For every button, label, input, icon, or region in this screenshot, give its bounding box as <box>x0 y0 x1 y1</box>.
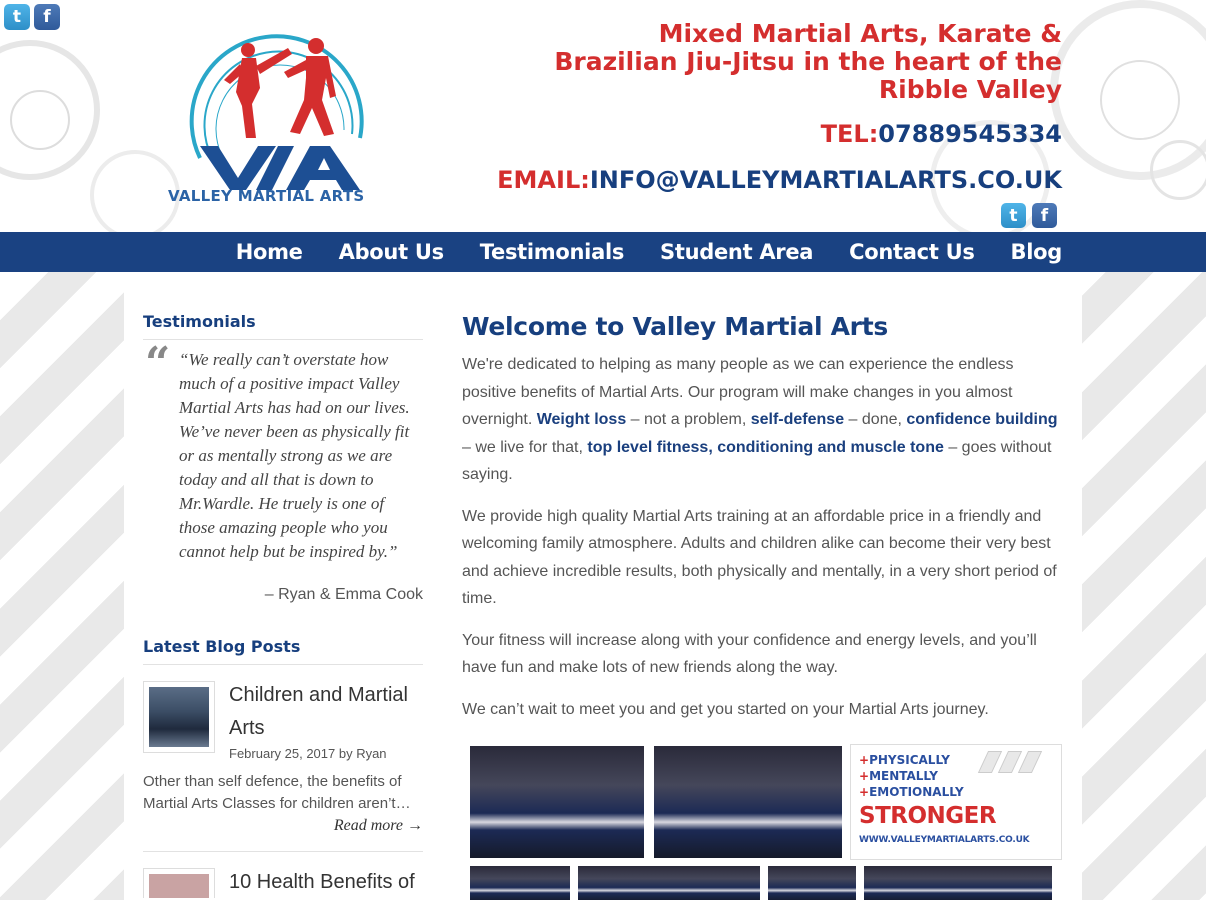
facebook-icon[interactable]: f <box>1032 203 1057 228</box>
promo-banner[interactable]: +PHYSICALLY +MENTALLY +EMOTIONALLY STRON… <box>850 744 1062 860</box>
site-logo[interactable] <box>160 8 410 208</box>
post-meta: February 25, 2017 by Ryan <box>229 746 387 761</box>
fitness-paragraph: Your fitness will increase along with yo… <box>462 631 1037 677</box>
post-title[interactable]: 10 Health Benefits of <box>229 866 423 899</box>
main-navigation: Home About Us Testimonials Student Area … <box>0 232 1206 272</box>
twitter-icon[interactable]: t <box>4 4 30 30</box>
promo-line-physically: +PHYSICALLY <box>859 753 950 767</box>
contact-email[interactable]: EMAIL:INFO@VALLEYMARTIALARTS.CO.UK <box>497 166 1062 194</box>
nav-item-testimonials[interactable]: Testimonials <box>480 240 625 264</box>
testimonial-text: “We really can’t overstate how much of a… <box>179 350 410 561</box>
text-run: – done, <box>844 411 907 428</box>
link-confidence-building[interactable]: confidence building <box>906 411 1057 428</box>
link-fitness[interactable]: top level fitness, conditioning and musc… <box>587 439 943 456</box>
email-value[interactable]: INFO@VALLEYMARTIALARTS.CO.UK <box>590 166 1062 194</box>
nav-item-student-area[interactable]: Student Area <box>660 240 813 264</box>
promo-text: EMOTIONALLY <box>869 785 964 799</box>
plus-icon: + <box>859 753 870 767</box>
plus-icon: + <box>859 769 870 783</box>
post-thumbnail[interactable] <box>143 681 215 753</box>
nav-item-about-us[interactable]: About Us <box>339 240 444 264</box>
text-run: – we live for that, <box>462 438 588 456</box>
gallery-photo[interactable] <box>468 864 572 900</box>
gallery-photo[interactable] <box>652 744 844 860</box>
tel-value[interactable]: 07889545334 <box>878 120 1062 148</box>
testimonials-widget-title: Testimonials <box>143 312 423 340</box>
blog-post-item: 10 Health Benefits of <box>143 852 423 899</box>
contact-telephone[interactable]: TEL:07889545334 <box>821 120 1062 148</box>
blog-widget-title: Latest Blog Posts <box>143 637 423 665</box>
gallery-photo[interactable] <box>576 864 762 900</box>
site-header: t f VALLEY MARTIAL ARTS Mixed Martial Ar… <box>0 0 1206 232</box>
logo-wordmark: VALLEY MARTIAL ARTS <box>168 187 365 205</box>
social-links-top: t f <box>4 4 60 30</box>
decor-circle <box>10 90 70 150</box>
read-more-link[interactable]: Read more → <box>143 817 423 835</box>
email-label: EMAIL: <box>497 166 590 194</box>
twitter-glyph: t <box>12 7 22 27</box>
promo-text: MENTALLY <box>869 769 938 783</box>
facebook-glyph: f <box>1040 205 1049 226</box>
post-thumbnail-image <box>149 687 209 747</box>
gallery-photo[interactable] <box>862 864 1054 900</box>
plus-icon: + <box>859 785 870 799</box>
quote-icon: “ <box>145 338 171 389</box>
twitter-icon[interactable]: t <box>1001 203 1026 228</box>
tel-label: TEL: <box>820 120 879 148</box>
content-container: Testimonials “ “We really can’t overstat… <box>124 272 1082 900</box>
blog-post-item: Children and Martial Arts February 25, 2… <box>143 665 423 852</box>
nav-item-blog[interactable]: Blog <box>1011 240 1063 264</box>
intro-paragraph: We're dedicated to helping as many peopl… <box>462 351 1064 489</box>
testimonial-author: – Ryan & Emma Cook <box>264 586 423 603</box>
page-title: Welcome to Valley Martial Arts <box>462 312 888 341</box>
photo-gallery: +PHYSICALLY +MENTALLY +EMOTIONALLY STRON… <box>468 744 1062 900</box>
post-thumbnail[interactable] <box>143 868 215 898</box>
closing-paragraph: We can’t wait to meet you and get you st… <box>462 700 989 718</box>
post-thumbnail-image <box>149 874 209 898</box>
facebook-glyph: f <box>43 7 51 27</box>
vma-letters-icon <box>200 146 360 190</box>
training-paragraph: We provide high quality Martial Arts tra… <box>462 507 1057 608</box>
link-weight-loss[interactable]: Weight loss <box>537 411 627 428</box>
social-links-header: t f <box>1001 203 1057 228</box>
testimonial-quote: “ “We really can’t overstate how much of… <box>143 340 423 604</box>
nav-list: Home About Us Testimonials Student Area … <box>236 232 1063 272</box>
site-tagline: Mixed Martial Arts, Karate & Brazilian J… <box>554 19 1062 104</box>
sidebar: Testimonials “ “We really can’t overstat… <box>143 312 423 899</box>
promo-line-mentally: +MENTALLY <box>859 769 938 783</box>
link-self-defense[interactable]: self-defense <box>751 411 844 428</box>
promo-text: PHYSICALLY <box>869 753 950 767</box>
text-run: – not a problem, <box>626 411 751 428</box>
nav-item-home[interactable]: Home <box>236 240 303 264</box>
facebook-icon[interactable]: f <box>34 4 60 30</box>
decor-circle <box>1100 60 1180 140</box>
twitter-glyph: t <box>1009 205 1018 226</box>
nav-item-contact-us[interactable]: Contact Us <box>849 240 975 264</box>
decor-circle <box>1150 140 1206 200</box>
promo-tiles-icon <box>977 751 1053 773</box>
main-content: Welcome to Valley Martial Arts We're ded… <box>462 312 1064 900</box>
promo-url: WWW.VALLEYMARTIALARTS.CO.UK <box>859 835 1030 845</box>
promo-headline: STRONGER <box>859 803 997 829</box>
post-excerpt: Other than self defence, the benefits of… <box>143 773 411 812</box>
promo-line-emotionally: +EMOTIONALLY <box>859 785 964 799</box>
fighter-kick-icon <box>224 43 292 138</box>
gallery-photo[interactable] <box>766 864 858 900</box>
gallery-photo[interactable] <box>468 744 646 860</box>
post-title[interactable]: Children and Martial Arts <box>229 679 423 745</box>
